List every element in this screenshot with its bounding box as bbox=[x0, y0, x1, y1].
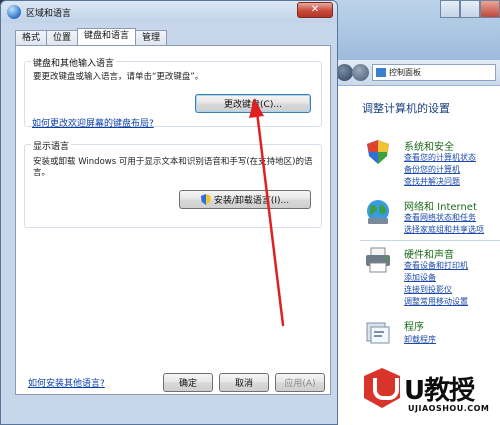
category-hardware-sound: 硬件和声音 查看设备和打印机 添加设备 连接到投影仪 调整常用移动设置 bbox=[364, 246, 498, 310]
install-uninstall-language-button[interactable]: 安装/卸载语言(I)... bbox=[179, 190, 311, 209]
close-button[interactable] bbox=[480, 0, 500, 18]
change-keyboard-button[interactable]: 更改键盘(C)... bbox=[195, 94, 311, 113]
forward-icon[interactable] bbox=[352, 64, 369, 81]
category-title[interactable]: 系统和安全 bbox=[404, 138, 454, 153]
tab-format[interactable]: 格式 bbox=[15, 30, 48, 45]
category-link[interactable]: 查看您的计算机状态 bbox=[404, 152, 476, 163]
watermark-badge-icon bbox=[364, 368, 400, 408]
window-controls bbox=[440, 0, 500, 18]
category-programs: 程序 卸载程序 bbox=[364, 318, 498, 348]
dialog-titlebar[interactable]: 区域和语言 ✕ bbox=[1, 1, 337, 23]
display-language-group: 显示语言 安装或卸载 Windows 可用于显示文本和识别语音和手写(在支持地区… bbox=[24, 139, 322, 228]
category-title[interactable]: 网络和 Internet bbox=[404, 198, 477, 213]
category-link[interactable]: 查看设备和打印机 bbox=[404, 260, 468, 271]
welcome-screen-keyboard-link[interactable]: 如何更改欢迎屏幕的键盘布局? bbox=[32, 116, 154, 129]
button-label: 安装/卸载语言(I)... bbox=[213, 196, 290, 206]
dialog-title: 区域和语言 bbox=[26, 9, 72, 19]
address-bar[interactable]: 控制面板 bbox=[372, 64, 496, 81]
category-link[interactable]: 查找并解决问题 bbox=[404, 176, 460, 187]
tab-bar: 格式 位置 键盘和语言 管理 bbox=[15, 28, 168, 45]
group-description: 要更改键盘或输入语言，请单击“更改键盘”。 bbox=[33, 72, 204, 82]
category-system-security: 系统和安全 查看您的计算机状态 备份您的计算机 查找并解决问题 bbox=[364, 138, 498, 190]
group-label: 显示语言 bbox=[31, 139, 72, 152]
maximize-button[interactable] bbox=[460, 0, 480, 18]
category-link[interactable]: 查看网络状态和任务 bbox=[404, 212, 476, 223]
address-crumb[interactable]: 控制面板 bbox=[389, 67, 421, 78]
watermark-logo: U教授 UJIAOSHOU.COM bbox=[364, 368, 496, 420]
category-link[interactable]: 选择家庭组和共享选项 bbox=[404, 224, 484, 235]
group-label: 键盘和其他输入语言 bbox=[31, 56, 117, 69]
tab-keyboard-language[interactable]: 键盘和语言 bbox=[77, 28, 137, 45]
category-link[interactable]: 备份您的计算机 bbox=[404, 164, 460, 175]
ok-button[interactable]: 确定 bbox=[163, 373, 213, 392]
category-network-internet: 网络和 Internet 查看网络状态和任务 选择家庭组和共享选项 bbox=[364, 198, 498, 238]
group-description-line1: 安装或卸载 Windows 可用于显示文本和识别语音和手写(在支持地区)的语 bbox=[33, 157, 313, 167]
category-link[interactable]: 连接到投影仪 bbox=[404, 284, 452, 295]
page-heading: 调整计算机的设置 bbox=[362, 102, 450, 115]
programs-icon[interactable] bbox=[364, 318, 392, 346]
control-panel-titlebar bbox=[330, 0, 500, 60]
watermark-domain: UJIAOSHOU.COM bbox=[408, 404, 490, 413]
watermark-brand: U教授 bbox=[404, 376, 475, 406]
tab-location[interactable]: 位置 bbox=[46, 30, 79, 45]
category-link[interactable]: 添加设备 bbox=[404, 272, 436, 283]
apply-button[interactable]: 应用(A) bbox=[275, 373, 325, 392]
cancel-button[interactable]: 取消 bbox=[219, 373, 269, 392]
install-other-languages-link[interactable]: 如何安装其他语言? bbox=[28, 376, 105, 389]
category-link[interactable]: 卸载程序 bbox=[404, 334, 436, 345]
tab-panel: 键盘和其他输入语言 要更改键盘或输入语言，请单击“更改键盘”。 更改键盘(C).… bbox=[15, 45, 331, 395]
category-title[interactable]: 硬件和声音 bbox=[404, 246, 454, 261]
navigation-bar: 控制面板 bbox=[330, 60, 500, 86]
divider bbox=[360, 240, 500, 241]
control-panel-icon bbox=[376, 68, 386, 77]
minimize-button[interactable] bbox=[440, 0, 460, 18]
category-title[interactable]: 程序 bbox=[404, 318, 424, 333]
back-icon[interactable] bbox=[336, 64, 353, 81]
globe-icon bbox=[7, 5, 21, 19]
group-description-line2: 言。 bbox=[33, 168, 51, 178]
region-language-dialog: 区域和语言 ✕ 格式 位置 键盘和语言 管理 键盘和其他输入语言 要更改键盘或输… bbox=[0, 0, 338, 425]
printer-icon[interactable] bbox=[364, 246, 392, 274]
shield-icon[interactable] bbox=[364, 138, 392, 166]
dialog-close-button[interactable]: ✕ bbox=[297, 2, 333, 18]
category-link[interactable]: 调整常用移动设置 bbox=[404, 296, 468, 307]
tab-administrative[interactable]: 管理 bbox=[135, 30, 168, 45]
uac-shield-icon bbox=[200, 194, 211, 205]
globe-network-icon[interactable] bbox=[364, 198, 392, 226]
